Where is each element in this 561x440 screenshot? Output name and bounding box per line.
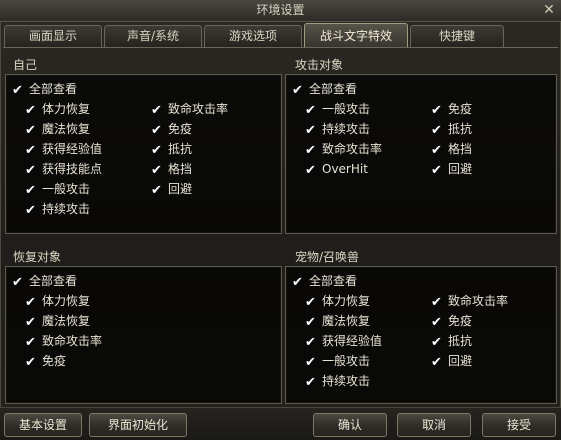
pet-option[interactable]: ✔ 回避 — [431, 352, 472, 370]
checkmark-icon: ✔ — [151, 143, 162, 158]
basic-settings-button[interactable]: 基本设置 — [4, 413, 82, 437]
bottom-bar — [0, 407, 561, 440]
self-option[interactable]: ✔ 体力恢复 — [25, 100, 90, 118]
attack-option[interactable]: ✔ 持续攻击 — [305, 120, 370, 138]
recover-option[interactable]: ✔ 致命攻击率 — [25, 332, 102, 350]
checkmark-icon: ✔ — [25, 143, 36, 158]
tab-shortcuts[interactable]: 快捷键 — [410, 25, 504, 47]
attack-view-all-checkbox[interactable]: ✔ 全部查看 — [292, 80, 357, 98]
reset-ui-button[interactable]: 界面初始化 — [89, 413, 187, 437]
tab-display[interactable]: 画面显示 — [4, 25, 102, 47]
checkmark-icon: ✔ — [25, 103, 36, 118]
self-option[interactable]: ✔ 抵抗 — [151, 140, 192, 158]
self-option[interactable]: ✔ 致命攻击率 — [151, 100, 228, 118]
checkmark-icon: ✔ — [431, 315, 442, 330]
checkmark-icon: ✔ — [12, 275, 23, 290]
attack-option[interactable]: ✔ 一般攻击 — [305, 100, 370, 118]
self-option[interactable]: ✔ 免疫 — [151, 120, 192, 138]
self-option[interactable]: ✔ 魔法恢复 — [25, 120, 90, 138]
self-option[interactable]: ✔ 持续攻击 — [25, 200, 90, 218]
checkmark-icon: ✔ — [431, 143, 442, 158]
attack-option[interactable]: ✔ 免疫 — [431, 100, 472, 118]
pet-option[interactable]: ✔ 一般攻击 — [305, 352, 370, 370]
tab-game-options[interactable]: 游戏选项 — [204, 25, 302, 47]
checkmark-icon: ✔ — [25, 355, 36, 370]
tab-divider — [3, 47, 558, 48]
pet-view-all-checkbox[interactable]: ✔ 全部查看 — [292, 272, 357, 290]
attack-option[interactable]: ✔ 回避 — [431, 160, 472, 178]
checkmark-icon: ✔ — [305, 163, 316, 178]
checkmark-icon: ✔ — [431, 335, 442, 350]
close-icon[interactable]: ✕ — [541, 2, 557, 18]
checkmark-icon: ✔ — [305, 355, 316, 370]
self-panel: ✔ 全部查看 ✔ 体力恢复 ✔ 魔法恢复 ✔ 获得经验值 ✔ 获得技能点 ✔ 一般攻击 ✔ 持… — [5, 74, 282, 234]
pet-option[interactable]: ✔ 魔法恢复 — [305, 312, 370, 330]
checkmark-icon: ✔ — [305, 335, 316, 350]
checkmark-icon: ✔ — [25, 315, 36, 330]
settings-window: 环境设置 ✕ 画面显示 声音/系统 游戏选项 战斗文字特效 快捷键 自己 ✔ 全部… — [0, 0, 561, 440]
checkmark-icon: ✔ — [151, 103, 162, 118]
self-option[interactable]: ✔ 格挡 — [151, 160, 192, 178]
checkmark-icon: ✔ — [12, 83, 23, 98]
pet-option[interactable]: ✔ 抵抗 — [431, 332, 472, 350]
attack-option[interactable]: ✔ 致命攻击率 — [305, 140, 382, 158]
checkmark-icon: ✔ — [292, 83, 303, 98]
self-section-title: 自己 — [13, 58, 38, 72]
recover-view-all-checkbox[interactable]: ✔ 全部查看 — [12, 272, 77, 290]
pet-section-title: 宠物/召唤兽 — [295, 250, 360, 264]
self-option[interactable]: ✔ 获得技能点 — [25, 160, 102, 178]
checkmark-icon: ✔ — [431, 103, 442, 118]
checkmark-icon: ✔ — [151, 163, 162, 178]
checkmark-icon: ✔ — [305, 123, 316, 138]
attack-option[interactable]: ✔ OverHit — [305, 160, 368, 178]
recover-option[interactable]: ✔ 免疫 — [25, 352, 66, 370]
attack-option[interactable]: ✔ 格挡 — [431, 140, 472, 158]
tab-sound-system[interactable]: 声音/系统 — [104, 25, 202, 47]
checkmark-icon: ✔ — [25, 163, 36, 178]
checkmark-icon: ✔ — [25, 295, 36, 310]
checkmark-icon: ✔ — [25, 335, 36, 350]
title-bar: 环境设置 — [0, 0, 561, 22]
pet-option[interactable]: ✔ 体力恢复 — [305, 292, 370, 310]
checkmark-icon: ✔ — [25, 123, 36, 138]
pet-option[interactable]: ✔ 持续攻击 — [305, 372, 370, 390]
checkmark-icon: ✔ — [431, 355, 442, 370]
checkmark-icon: ✔ — [151, 183, 162, 198]
self-view-all-checkbox[interactable]: ✔ 全部查看 — [12, 80, 77, 98]
recover-option[interactable]: ✔ 体力恢复 — [25, 292, 90, 310]
recover-target-panel: ✔ 全部查看 ✔ 体力恢复 ✔ 魔法恢复 ✔ 致命攻击率 ✔ 免疫 — [5, 266, 282, 404]
checkmark-icon: ✔ — [292, 275, 303, 290]
checkmark-icon: ✔ — [25, 203, 36, 218]
attack-target-section-title: 攻击对象 — [295, 58, 344, 72]
confirm-button[interactable]: 确认 — [313, 413, 387, 437]
window-title: 环境设置 — [256, 3, 305, 17]
accept-button[interactable]: 接受 — [482, 413, 556, 437]
self-option[interactable]: ✔ 获得经验值 — [25, 140, 102, 158]
checkmark-icon: ✔ — [431, 123, 442, 138]
checkmark-icon: ✔ — [431, 163, 442, 178]
pet-option[interactable]: ✔ 致命攻击率 — [431, 292, 508, 310]
checkmark-icon: ✔ — [305, 143, 316, 158]
checkmark-icon: ✔ — [305, 295, 316, 310]
attack-option[interactable]: ✔ 抵抗 — [431, 120, 472, 138]
checkmark-icon: ✔ — [305, 103, 316, 118]
attack-target-panel: ✔ 全部查看 ✔ 一般攻击 ✔ 持续攻击 ✔ 致命攻击率 ✔ OverHit ✔ 免疫 ✔ 抵… — [285, 74, 557, 234]
checkmark-icon: ✔ — [151, 123, 162, 138]
cancel-button[interactable]: 取消 — [397, 413, 471, 437]
self-option[interactable]: ✔ 一般攻击 — [25, 180, 90, 198]
pet-option[interactable]: ✔ 免疫 — [431, 312, 472, 330]
tab-combat-text[interactable]: 战斗文字特效 — [304, 23, 408, 48]
checkmark-icon: ✔ — [305, 375, 316, 390]
recover-target-section-title: 恢复对象 — [13, 250, 62, 264]
pet-option[interactable]: ✔ 获得经验值 — [305, 332, 382, 350]
recover-option[interactable]: ✔ 魔法恢复 — [25, 312, 90, 330]
self-option[interactable]: ✔ 回避 — [151, 180, 192, 198]
checkmark-icon: ✔ — [25, 183, 36, 198]
checkmark-icon: ✔ — [431, 295, 442, 310]
checkmark-icon: ✔ — [305, 315, 316, 330]
pet-panel: ✔ 全部查看 ✔ 体力恢复 ✔ 魔法恢复 ✔ 获得经验值 ✔ 一般攻击 ✔ 持续攻击 ✔ 致命… — [285, 266, 557, 404]
